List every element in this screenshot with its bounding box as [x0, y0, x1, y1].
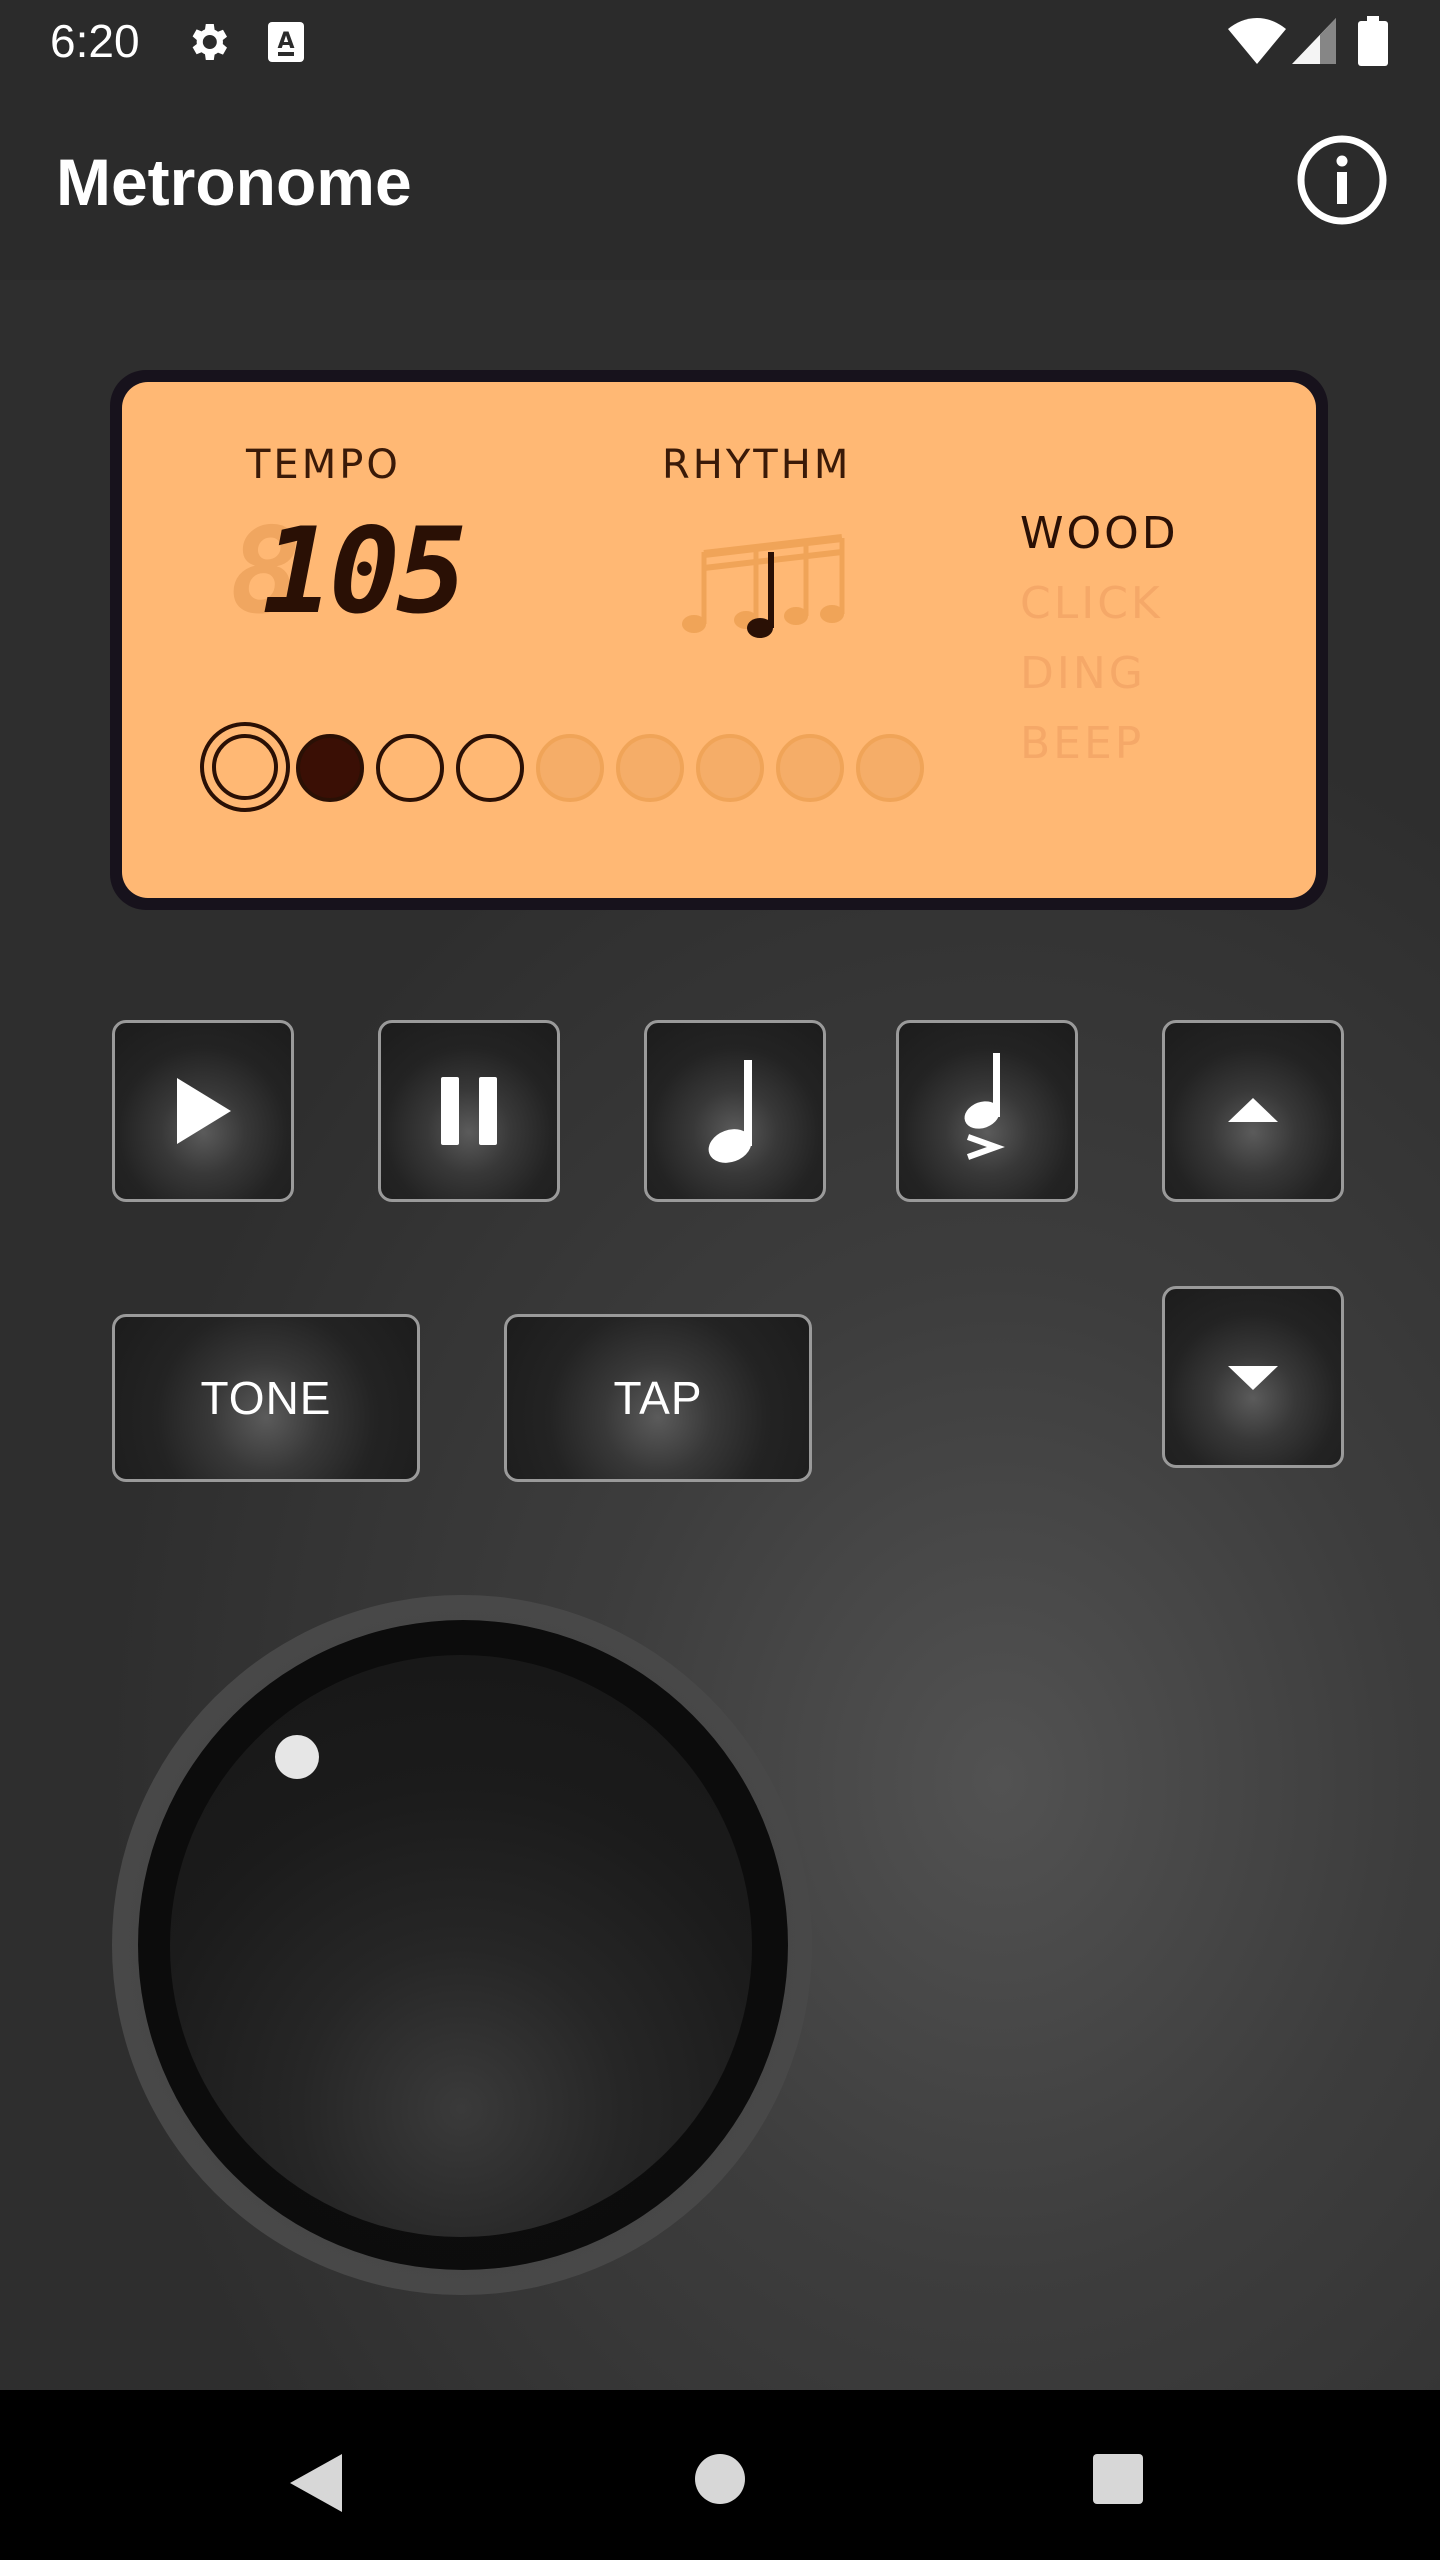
sound-wood: WOOD [1020, 508, 1179, 559]
tempo-down-button[interactable] [1162, 1286, 1344, 1468]
beat-indicator [536, 734, 604, 802]
svg-text:A: A [277, 29, 294, 54]
pause-button[interactable] [378, 1020, 560, 1202]
beat-indicator [856, 734, 924, 802]
beat-indicator [212, 734, 278, 800]
tempo-up-button[interactable] [1162, 1020, 1344, 1202]
beat-indicator [296, 734, 364, 802]
chevron-down-icon [1228, 1366, 1278, 1390]
recents-icon[interactable] [1091, 2452, 1145, 2506]
accented-note-icon [964, 1053, 1005, 1160]
play-button[interactable] [112, 1020, 294, 1202]
tap-label: TAP [613, 1372, 703, 1424]
lcd-screen: TEMPO 8 105 RHYTHM WOOD CLICK DING BEEP [122, 382, 1316, 898]
sound-click: CLICK [1020, 578, 1163, 629]
lcd-display: TEMPO 8 105 RHYTHM WOOD CLICK DING BEEP [110, 370, 1328, 910]
back-icon[interactable] [288, 2452, 344, 2514]
gear-icon [192, 24, 227, 60]
beat-indicator [456, 734, 524, 802]
wifi-icon [1228, 18, 1286, 64]
rhythm-icon [682, 534, 845, 638]
note-button[interactable] [644, 1020, 826, 1202]
info-icon[interactable] [1296, 134, 1388, 226]
tone-label: TONE [200, 1372, 332, 1424]
tempo-label: TEMPO [246, 442, 401, 488]
status-bar: 6:20 A [0, 0, 1440, 84]
sound-ding: DING [1020, 648, 1146, 699]
chevron-up-icon [1228, 1098, 1278, 1122]
beat-indicator [616, 734, 684, 802]
status-time: 6:20 [50, 15, 140, 67]
beat-indicator [376, 734, 444, 802]
app-bar: Metronome [0, 84, 1440, 280]
beat-indicator [696, 734, 764, 802]
tap-button[interactable]: TAP [504, 1314, 812, 1482]
home-icon[interactable] [693, 2452, 747, 2506]
sound-beep: BEEP [1020, 718, 1145, 769]
quarter-note-icon [708, 1060, 752, 1163]
tempo-knob[interactable] [170, 1655, 752, 2237]
tone-button[interactable]: TONE [112, 1314, 420, 1482]
knob-indicator [275, 1735, 319, 1779]
keyboard-a-icon: A [268, 22, 304, 62]
play-icon [177, 1078, 231, 1144]
tempo-value: 105 [262, 502, 467, 640]
beat-indicator [776, 734, 844, 802]
pause-icon [441, 1077, 497, 1145]
accent-button[interactable] [896, 1020, 1078, 1202]
signal-icon [1292, 18, 1336, 64]
rhythm-label: RHYTHM [662, 442, 852, 488]
battery-icon [1358, 16, 1388, 66]
navigation-bar [0, 2390, 1440, 2560]
app-title: Metronome [56, 145, 412, 219]
